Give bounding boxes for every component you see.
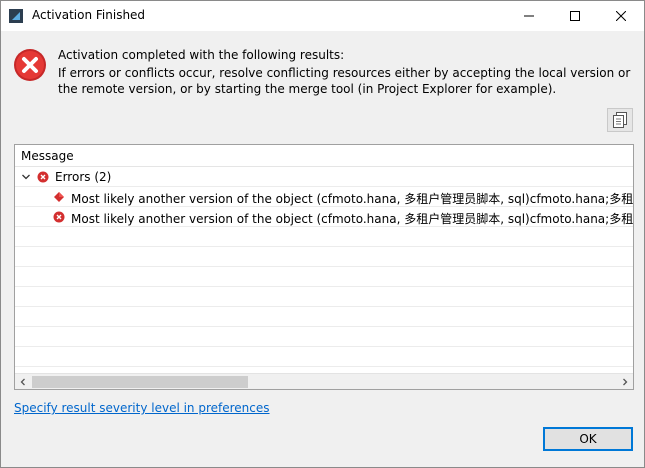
tree-item[interactable]: Most likely another version of the objec… xyxy=(15,207,633,227)
severity-preferences-link[interactable]: Specify result severity level in prefere… xyxy=(14,401,270,415)
minimize-button[interactable] xyxy=(506,1,552,31)
maximize-icon xyxy=(570,11,580,21)
tree-item-label: Most likely another version of the objec… xyxy=(71,212,634,226)
tree-item-label: Most likely another version of the objec… xyxy=(71,192,634,206)
tree-group-errors[interactable]: Errors (2) xyxy=(15,167,633,187)
scroll-right-button[interactable] xyxy=(617,374,633,389)
empty-row xyxy=(15,347,633,367)
error-circle-icon xyxy=(53,211,65,223)
empty-row xyxy=(15,287,633,307)
app-icon xyxy=(9,9,23,23)
chevron-right-icon xyxy=(623,378,628,386)
empty-row xyxy=(15,227,633,247)
scroll-thumb[interactable] xyxy=(32,376,248,388)
scroll-left-button[interactable] xyxy=(15,374,31,389)
maximize-button[interactable] xyxy=(552,1,598,31)
message-detail-2: the remote version, or by starting the m… xyxy=(58,82,557,96)
empty-row xyxy=(15,267,633,287)
minimize-icon xyxy=(524,15,534,17)
horizontal-scrollbar[interactable] xyxy=(15,373,633,389)
error-circle-icon xyxy=(37,171,49,183)
window-title: Activation Finished xyxy=(32,8,146,22)
activation-dialog: Activation Finished Activation completed… xyxy=(0,0,645,468)
tree-group-label: Errors (2) xyxy=(55,170,112,184)
message-heading: Activation completed with the following … xyxy=(58,48,345,62)
copy-icon xyxy=(613,112,627,128)
chevron-down-icon[interactable] xyxy=(21,172,31,182)
close-button[interactable] xyxy=(598,1,644,31)
results-tree[interactable]: Message Errors (2) Most likely another v… xyxy=(14,144,634,390)
close-icon xyxy=(616,11,626,21)
copy-button[interactable] xyxy=(607,108,633,132)
ok-button[interactable]: OK xyxy=(543,427,633,451)
red-diamond-icon xyxy=(54,192,64,202)
empty-row xyxy=(15,247,633,267)
chevron-left-icon xyxy=(20,378,25,386)
title-bar: Activation Finished xyxy=(1,1,644,31)
column-header-message[interactable]: Message xyxy=(15,145,633,167)
empty-row xyxy=(15,307,633,327)
tree-item[interactable]: Most likely another version of the objec… xyxy=(15,187,633,207)
error-icon xyxy=(14,49,46,81)
message-detail-1: If errors or conflicts occur, resolve co… xyxy=(58,66,631,80)
empty-row xyxy=(15,327,633,347)
